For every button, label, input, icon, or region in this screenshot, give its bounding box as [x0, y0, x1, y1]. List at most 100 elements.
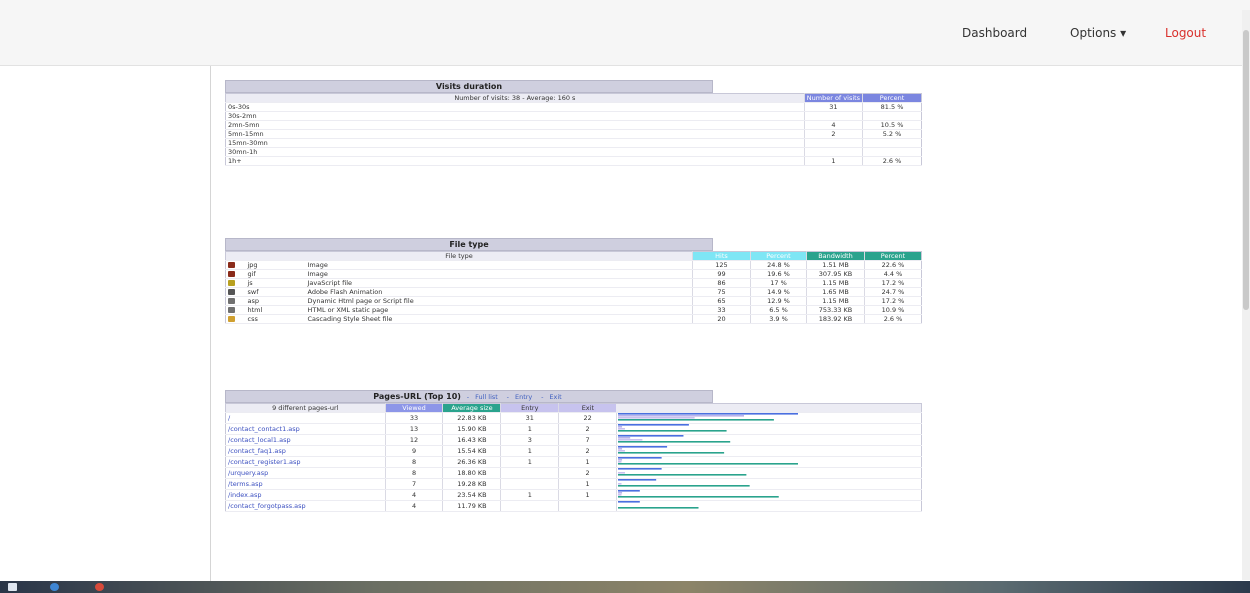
exit-link[interactable]: Exit	[549, 393, 561, 401]
exit-bar	[617, 417, 695, 419]
file-hits: 86	[692, 278, 751, 288]
nav-dashboard-link[interactable]: Dashboard	[962, 26, 1027, 40]
page-url-link[interactable]: /index.asp	[228, 491, 262, 499]
file-description: Image	[305, 260, 693, 270]
file-type-row: css Cascading Style Sheet file 20 3.9 % 183.…	[225, 314, 922, 324]
page-scrollbar[interactable]	[1242, 10, 1250, 580]
page-bars	[617, 413, 798, 421]
col-hits: Hits	[692, 251, 751, 261]
top-navbar: Dashboard Options ▾ Logout	[0, 0, 1250, 66]
entry-bar	[617, 492, 623, 494]
visits-range-label: 15mn-30mn	[225, 138, 805, 148]
page-url-link[interactable]: /urquery.asp	[228, 469, 268, 477]
file-description: Image	[305, 269, 693, 279]
page-exit: 2	[558, 445, 617, 457]
file-type-row: swf Adobe Flash Animation 75 14.9 % 1.65 MB 2…	[225, 287, 922, 297]
page-exit: 1	[558, 456, 617, 468]
file-extension: jpg	[245, 260, 306, 270]
page-entry	[500, 467, 559, 479]
page-url-row: /index.asp 4 23.54 KB 1 1	[225, 489, 922, 501]
visits-range-label: 5mn-15mn	[225, 129, 805, 139]
page-entry: 1	[500, 423, 559, 435]
page-icon	[228, 298, 235, 304]
nav-options-dropdown[interactable]: Options ▾	[1070, 26, 1126, 40]
visits-percent	[862, 138, 922, 148]
visits-count: 4	[803, 120, 863, 130]
pages-url-title-bar: Pages-URL (Top 10) - Full list - Entry - Ex…	[225, 390, 713, 403]
nav-logout-link[interactable]: Logout	[1165, 26, 1206, 40]
file-bandwidth-percent: 10.9 %	[864, 305, 922, 315]
col-file-type: File type	[225, 251, 693, 261]
page-average-size: 22.83 KB	[442, 412, 501, 424]
page-viewed: 8	[384, 456, 443, 468]
pages-url-summary: 9 different pages-url	[225, 403, 386, 413]
pages-url-table: 9 different pages-url Viewed Average siz…	[225, 403, 922, 512]
app-icon[interactable]	[95, 583, 104, 591]
file-bandwidth-percent: 17.2 %	[864, 296, 922, 306]
page-exit	[558, 500, 617, 512]
file-hits-percent: 6.5 %	[750, 305, 807, 315]
entry-bar	[617, 426, 623, 428]
page-url-link[interactable]: /contact_faq1.asp	[228, 447, 286, 455]
page-url-row: /contact_local1.asp 12 16.43 KB 3 7	[225, 434, 922, 446]
page-exit: 22	[558, 412, 617, 424]
viewed-bar	[617, 490, 640, 492]
scrollbar-thumb[interactable]	[1243, 30, 1249, 310]
full-list-link[interactable]: Full list	[475, 393, 498, 401]
file-type-row: js JavaScript file 86 17 % 1.15 MB 17.2 %	[225, 278, 922, 288]
average-size-bar	[617, 474, 747, 476]
start-icon[interactable]	[8, 583, 17, 591]
file-extension: swf	[245, 287, 306, 297]
file-description: Cascading Style Sheet file	[305, 314, 693, 324]
page-url-link[interactable]: /contact_forgotpass.asp	[228, 502, 306, 510]
entry-bar	[617, 448, 623, 450]
visits-row: 15mn-30mn	[225, 138, 922, 148]
page-bars	[617, 435, 731, 443]
visits-duration-title: Visits duration	[225, 80, 713, 93]
exit-bar	[617, 461, 622, 463]
page-url-link[interactable]: /contact_contact1.asp	[228, 425, 300, 433]
exit-bar	[617, 472, 625, 474]
entry-link[interactable]: Entry	[515, 393, 532, 401]
visits-row: 1h+ 1 2.6 %	[225, 156, 922, 166]
file-hits-percent: 24.8 %	[750, 260, 807, 270]
file-bandwidth-percent: 2.6 %	[864, 314, 922, 324]
page-bars	[617, 501, 699, 509]
file-bandwidth: 1.51 MB	[806, 260, 865, 270]
exit-bar	[617, 483, 622, 485]
entry-bar	[617, 459, 623, 461]
visits-count: 31	[803, 102, 863, 112]
file-bandwidth-percent: 17.2 %	[864, 278, 922, 288]
average-size-bar	[617, 507, 699, 509]
visits-row: 0s-30s 31 81.5 %	[225, 102, 922, 112]
file-hits-percent: 12.9 %	[750, 296, 807, 306]
col-average-size: Average size	[442, 403, 501, 413]
file-type-section: File type File type Hits Percent Bandwid…	[225, 238, 922, 324]
page-url-row: /contact_register1.asp 8 26.36 KB 1 1	[225, 456, 922, 468]
page-url-row: /contact_faq1.asp 9 15.54 KB 1 2	[225, 445, 922, 457]
file-bandwidth-percent: 24.7 %	[864, 287, 922, 297]
visits-count	[803, 138, 863, 148]
col-hits-percent: Percent	[750, 251, 807, 261]
page-entry: 1	[500, 489, 559, 501]
file-description: JavaScript file	[305, 278, 693, 288]
visits-percent: 5.2 %	[862, 129, 922, 139]
file-type-row: jpg Image 125 24.8 % 1.51 MB 22.6 %	[225, 260, 922, 270]
browser-icon[interactable]	[50, 583, 59, 591]
page-url-link[interactable]: /terms.asp	[228, 480, 263, 488]
page-url-link[interactable]: /	[228, 414, 230, 422]
page-url-link[interactable]: /contact_local1.asp	[228, 436, 291, 444]
visits-count: 2	[803, 129, 863, 139]
visits-row: 2mn-5mn 4 10.5 %	[225, 120, 922, 130]
col-viewed: Viewed	[384, 403, 443, 413]
visits-count: 1	[803, 156, 863, 166]
visits-row: 30mn-1h	[225, 147, 922, 157]
visits-range-label: 1h+	[225, 156, 805, 166]
page-entry: 31	[500, 412, 559, 424]
file-type-table: File type Hits Percent Bandwidth Percent…	[225, 251, 922, 324]
flash-icon	[228, 289, 235, 295]
page-viewed: 8	[384, 467, 443, 479]
page-url-link[interactable]: /contact_register1.asp	[228, 458, 301, 466]
col-bandwidth-percent: Percent	[864, 251, 922, 261]
viewed-bar	[617, 501, 640, 503]
